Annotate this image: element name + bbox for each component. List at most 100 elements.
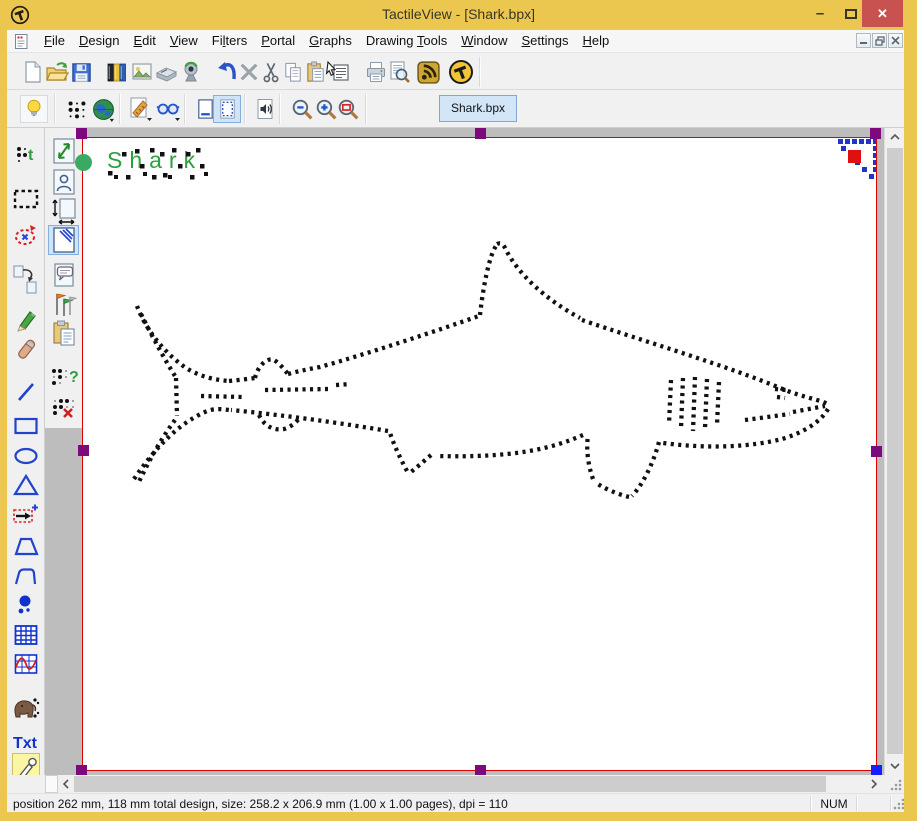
menu-view[interactable]: View xyxy=(163,30,205,52)
design-dimensions-tool[interactable] xyxy=(48,196,79,226)
measurements-button[interactable] xyxy=(126,95,154,123)
statusbar: position 262 mm, 118 mm total design, si… xyxy=(7,793,907,812)
text-label-tool[interactable]: Txt xyxy=(12,728,40,756)
braille-text-tool[interactable]: t xyxy=(12,140,40,168)
place-arrow-tool[interactable] xyxy=(12,501,40,529)
pencil-tool[interactable] xyxy=(12,305,40,333)
zoom-selection-icon xyxy=(336,97,361,122)
select-area-tool[interactable] xyxy=(12,185,40,213)
drawing-toolbox: t xyxy=(7,128,45,775)
save-button[interactable] xyxy=(67,58,95,86)
scroll-left-arrow[interactable] xyxy=(58,775,73,793)
pencil-icon xyxy=(12,305,40,333)
eraser-tool[interactable] xyxy=(12,336,40,364)
design-notes-tool[interactable] xyxy=(48,259,79,289)
menu-filters[interactable]: Filters xyxy=(205,30,254,52)
braille-delete-icon xyxy=(50,395,78,421)
horizontal-scroll-thumb[interactable] xyxy=(74,776,826,792)
context-menu-button[interactable] xyxy=(323,58,351,86)
copy-move-area-tool[interactable] xyxy=(12,261,40,295)
camera-capture-icon xyxy=(179,60,203,84)
menu-portal[interactable]: Portal xyxy=(254,30,302,52)
dots-icon xyxy=(13,592,39,618)
line-tool[interactable] xyxy=(12,378,40,406)
minimize-button[interactable]: – xyxy=(806,0,834,27)
triangle-icon xyxy=(13,473,39,497)
scroll-up-arrow[interactable] xyxy=(885,128,905,146)
menu-settings[interactable]: Settings xyxy=(515,30,576,52)
paste-page-icon xyxy=(51,319,77,347)
trapezoid-tool[interactable] xyxy=(12,532,40,560)
graph-tool[interactable] xyxy=(12,650,40,678)
audio-label-marker[interactable] xyxy=(75,154,92,171)
table-tool[interactable] xyxy=(12,621,40,649)
image-to-tactile-tool[interactable] xyxy=(12,691,40,723)
copy-move-area-icon xyxy=(12,262,40,294)
language-globe-button[interactable] xyxy=(89,95,117,123)
scroll-right-arrow[interactable] xyxy=(866,775,882,793)
design-page[interactable]: Shark xyxy=(82,137,877,771)
print-preview-icon xyxy=(387,60,411,84)
menu-graphs[interactable]: Graphs xyxy=(302,30,359,52)
paste-into-design-tool[interactable] xyxy=(48,318,79,348)
menu-items: FileDesignEditViewFiltersPortalGraphsDra… xyxy=(37,30,616,52)
line-icon xyxy=(13,379,39,405)
speech-audio-button[interactable] xyxy=(251,95,279,123)
view-options-button[interactable] xyxy=(154,95,182,123)
ideas-button[interactable] xyxy=(20,95,48,123)
braille-dots-button[interactable] xyxy=(63,95,91,123)
braille-delete-tool[interactable] xyxy=(48,393,79,423)
selection-handle-middle-right[interactable] xyxy=(871,446,882,457)
mdi-close-button[interactable] xyxy=(888,33,903,48)
markers-flags-tool[interactable] xyxy=(48,288,79,318)
rectangle-tool[interactable] xyxy=(12,412,40,440)
selection-handle-top-right[interactable] xyxy=(870,128,881,139)
dots-tool[interactable] xyxy=(12,591,40,619)
design-properties-tool[interactable] xyxy=(48,167,79,197)
vertical-scrollbar[interactable] xyxy=(884,128,904,775)
view-design-tool[interactable] xyxy=(48,225,79,255)
triangle-tool[interactable] xyxy=(12,471,40,499)
portal-feed-button[interactable] xyxy=(414,58,442,86)
maximize-button[interactable] xyxy=(838,0,864,27)
tactileview-logo-button[interactable] xyxy=(447,58,475,86)
selection-handle-top-left[interactable] xyxy=(76,128,87,139)
document-tab-shark[interactable]: Shark.bpx xyxy=(439,95,517,122)
document-icon[interactable] xyxy=(13,33,30,50)
view-toolbar: Shark.bpx xyxy=(7,90,907,128)
menu-window[interactable]: Window xyxy=(454,30,514,52)
selection-handle-top-center[interactable] xyxy=(475,128,486,139)
design-catalog-button[interactable] xyxy=(103,58,131,86)
mdi-restore-button[interactable] xyxy=(872,33,887,48)
braille-dots-icon xyxy=(65,98,89,120)
delete-area-tool[interactable] xyxy=(12,221,40,249)
close-button[interactable]: ✕ xyxy=(862,0,903,27)
menu-edit[interactable]: Edit xyxy=(126,30,162,52)
new-document-icon xyxy=(21,60,45,84)
print-preview-button[interactable] xyxy=(385,58,413,86)
window-title: TactileView - [Shark.bpx] xyxy=(0,6,917,22)
splitter-box[interactable] xyxy=(45,775,58,793)
braille-query-tool[interactable]: ? xyxy=(48,363,79,393)
vertical-scroll-thumb[interactable] xyxy=(887,148,903,754)
curve-tool[interactable] xyxy=(12,562,40,590)
menu-design[interactable]: Design xyxy=(72,30,126,52)
comment-page-icon xyxy=(51,260,77,288)
menu-help[interactable]: Help xyxy=(575,30,616,52)
acquire-scan-button[interactable] xyxy=(152,58,180,86)
profile-page-icon xyxy=(51,168,77,196)
ellipse-tool[interactable] xyxy=(12,442,40,470)
view-dot-preview-button[interactable] xyxy=(213,95,241,123)
resize-design-icon xyxy=(51,137,77,165)
ruler-icon xyxy=(127,96,153,122)
menu-file[interactable]: File xyxy=(37,30,72,52)
scroll-down-arrow[interactable] xyxy=(885,757,905,775)
selection-handle-middle-left[interactable] xyxy=(78,445,89,456)
mdi-minimize-button[interactable] xyxy=(856,33,871,48)
canvas-area: ? Shark xyxy=(45,128,884,775)
resize-grip[interactable] xyxy=(890,779,902,791)
menu-drawing-tools[interactable]: Drawing Tools xyxy=(359,30,454,52)
zoom-selection-button[interactable] xyxy=(334,95,362,123)
camera-capture-button[interactable] xyxy=(177,58,205,86)
hatched-page-icon xyxy=(51,226,77,254)
